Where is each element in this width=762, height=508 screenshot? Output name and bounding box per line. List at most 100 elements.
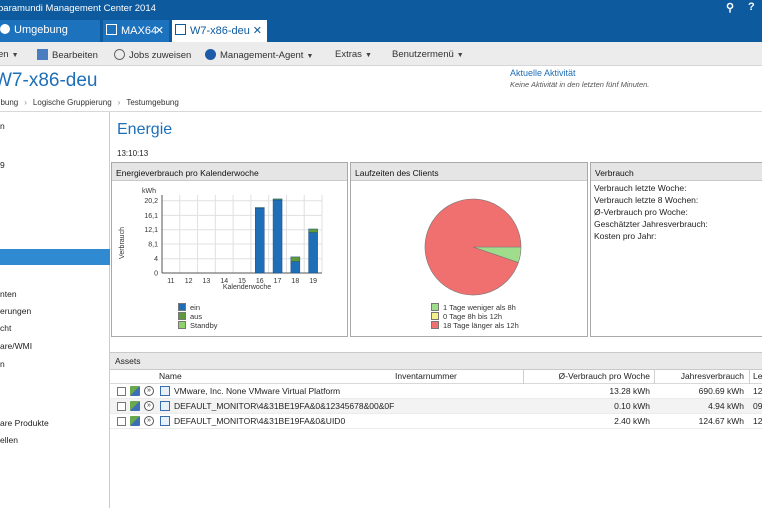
legend-label: 0 Tage 8h bis 12h (443, 312, 503, 321)
expand-icon[interactable]: » (144, 401, 154, 411)
column-avg-week[interactable]: Ø-Verbrauch pro Woche (528, 371, 651, 381)
activity-title[interactable]: Aktuelle Aktivität (510, 68, 576, 78)
close-icon[interactable]: ✕ (155, 24, 164, 37)
toolbar: en ▼ Bearbeiten Jobs zuweisen Management-… (0, 42, 762, 66)
sidebar-item[interactable]: ellen (0, 435, 110, 445)
legend-swatch (431, 303, 439, 311)
legend-item: 0 Tage 8h bis 12h (431, 312, 502, 321)
breadcrumb-item[interactable]: Testumgebung (126, 98, 178, 107)
x-tick-label: 17 (274, 278, 282, 285)
timestamp: 13:10:13 (117, 149, 149, 158)
edit-icon[interactable] (160, 416, 170, 426)
search-icon[interactable]: ⚲ (726, 1, 734, 14)
edit-icon[interactable] (160, 386, 170, 396)
y-tick-label: 16,1 (144, 213, 158, 220)
page-header: W7-x86-deu ebung › Logische Gruppierung › Te… (0, 66, 762, 112)
breadcrumb-item[interactable]: ebung (0, 98, 18, 107)
tab-w7-x86-deu[interactable]: W7-x86-deu ✕ (172, 20, 267, 42)
table-row[interactable]: » VMware, Inc. None VMware Virtual Platf… (110, 384, 762, 399)
legend-item: 1 Tage weniger als 8h (431, 303, 516, 312)
x-tick-label: 11 (167, 278, 174, 285)
sidebar-item[interactable]: n (0, 121, 110, 131)
column-year[interactable]: Jahresverbrauch (658, 371, 744, 381)
row-checkbox[interactable] (117, 417, 126, 426)
y-tick-label: 12,1 (144, 227, 158, 234)
edit-icon[interactable] (160, 401, 170, 411)
user-menu[interactable]: Benutzermenü ▼ (392, 49, 464, 60)
legend-item: ein (178, 303, 200, 312)
panel-title: Verbrauch (591, 163, 762, 181)
legend-swatch (178, 321, 186, 329)
x-tick-label: 14 (220, 278, 228, 285)
assign-jobs-button[interactable]: Jobs zuweisen (114, 49, 191, 61)
toolbar-item-en[interactable]: en ▼ (0, 49, 19, 60)
sidebar-item[interactable]: are/WMI (0, 341, 110, 351)
cell-avg-week: 13.28 kWh (609, 386, 650, 396)
extras-menu[interactable]: Extras ▼ (335, 49, 372, 60)
tab-umgebung[interactable]: Umgebung (0, 20, 100, 42)
usage-panel: Verbrauch Verbrauch letzte Woche: Verbra… (590, 162, 762, 337)
expand-icon[interactable]: » (144, 386, 154, 396)
tab-max64[interactable]: MAX64 ✕ (103, 20, 169, 42)
legend-label: Standby (190, 321, 218, 330)
legend-swatch (178, 312, 186, 320)
chevron-right-icon: › (117, 98, 121, 107)
cell-year: 124.67 kWh (698, 416, 744, 426)
usage-row: Kosten pro Jahr: (594, 231, 657, 241)
sidebar-item[interactable]: nten (0, 289, 110, 299)
sidebar-item[interactable]: are Produkte (0, 418, 110, 428)
unit-label: kWh (142, 188, 156, 195)
bar-ein (255, 207, 265, 274)
table-row[interactable]: » DEFAULT_MONITOR\4&31BE19FA&0&12345678&… (110, 399, 762, 414)
legend-label: 18 Tage länger als 12h (443, 321, 519, 330)
edit-icon (37, 49, 48, 60)
cell-year: 690.69 kWh (698, 386, 744, 396)
usage-row: Geschätzter Jahresverbrauch: (594, 219, 708, 229)
tab-label: W7-x86-deu (190, 25, 250, 37)
panel-title: Energieverbrauch pro Kalenderwoche (112, 163, 347, 181)
energy-bar-chart: Verbrauch kWh Kalenderwoche 0 4 8,1 12,1 16,… (119, 188, 323, 291)
legend-label: ein (190, 303, 201, 312)
help-button[interactable]: ? (748, 1, 755, 13)
management-agent-menu[interactable]: Management-Agent ▼ (205, 49, 313, 61)
energy-panel: Energieverbrauch pro Kalenderwoche Verbr… (111, 162, 348, 337)
activity-text: Keine Aktivität in den letzten fünf Minu… (510, 80, 650, 89)
edit-button[interactable]: Bearbeiten (37, 49, 98, 61)
cell-name: VMware, Inc. None VMware Virtual Platfor… (174, 386, 341, 396)
cell-avg-week: 2.40 kWh (614, 416, 650, 426)
y-tick-label: 4 (154, 256, 158, 263)
cell-name: DEFAULT_MONITOR\4&31BE19FA&0&12345678&00… (174, 401, 395, 411)
assets-header: Assets (110, 352, 762, 370)
sidebar-item[interactable]: cht (0, 323, 110, 333)
tab-label: MAX64 (121, 25, 158, 37)
tab-label: Umgebung (14, 24, 68, 36)
device-icon (130, 386, 140, 396)
column-inventory[interactable]: Inventarnummer (395, 371, 457, 381)
column-divider (749, 370, 750, 384)
sidebar-item[interactable]: erungen (0, 306, 110, 316)
row-checkbox[interactable] (117, 387, 126, 396)
toolbar-label: Management-Agent (220, 50, 304, 61)
y-tick-label: 8,1 (148, 242, 158, 249)
cell-last: 12. (753, 416, 762, 426)
chevron-down-icon: ▼ (456, 52, 464, 59)
bar-aus (290, 256, 301, 262)
title-bar: baramundi Management Center 2014 ⚲ ? (0, 0, 762, 17)
legend-item: Standby (178, 321, 218, 330)
expand-icon[interactable]: » (144, 416, 154, 426)
x-tick-label: 19 (309, 278, 317, 285)
row-checkbox[interactable] (117, 402, 126, 411)
chevron-right-icon: › (24, 98, 27, 107)
column-last[interactable]: Le (753, 371, 762, 381)
chevron-down-icon: ▼ (364, 52, 372, 59)
runtime-panel: Laufzeiten des Clients 1 Tage weniger al… (350, 162, 588, 337)
sidebar-item-selected[interactable] (0, 249, 110, 265)
table-row[interactable]: » DEFAULT_MONITOR\4&31BE19FA&0&UID0 2.40… (110, 414, 762, 429)
column-name[interactable]: Name (159, 371, 182, 381)
sidebar-item[interactable]: n (0, 359, 110, 369)
breadcrumb-item[interactable]: Logische Gruppierung (33, 98, 112, 107)
bar-aus (308, 228, 318, 233)
bar-aus (272, 198, 283, 201)
sidebar-item[interactable]: 9 (0, 160, 110, 170)
close-icon[interactable]: ✕ (253, 24, 262, 37)
